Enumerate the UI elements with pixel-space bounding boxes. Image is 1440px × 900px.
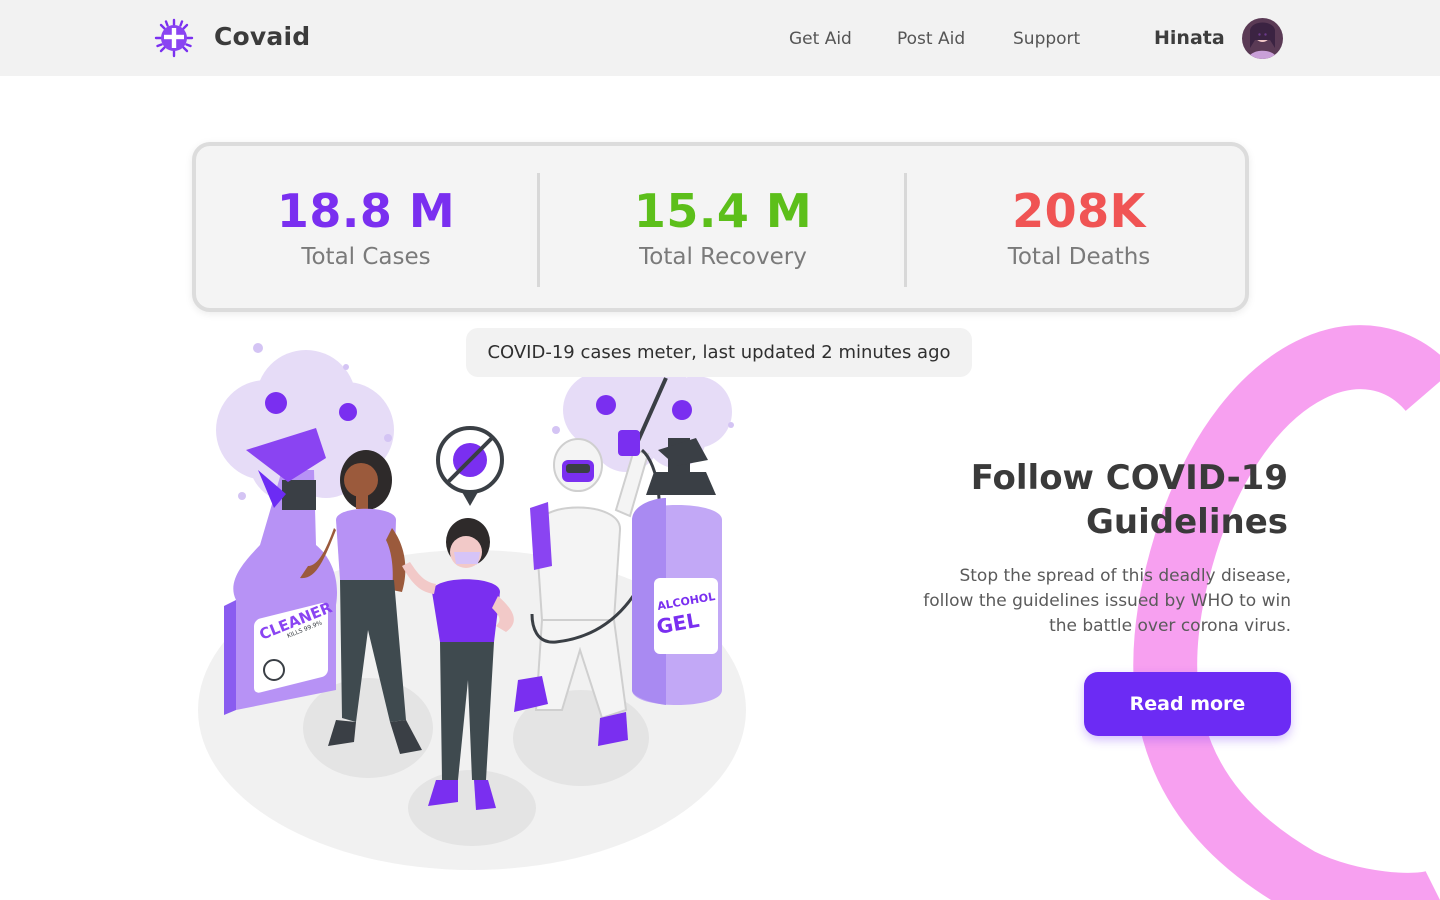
covid-guidelines-illustration: CLEANER KILLS 99.9% ALCOHOL GEL: [198, 343, 746, 870]
username[interactable]: Hinata: [1154, 27, 1225, 49]
total-cases-value: 18.8 M: [276, 184, 456, 238]
total-deaths-label: Total Deaths: [1007, 244, 1151, 270]
brand-name[interactable]: Covaid: [214, 22, 310, 51]
nav-get-aid[interactable]: Get Aid: [789, 29, 852, 49]
stat-total-cases: 18.8 M Total Cases: [196, 146, 536, 308]
total-recovery-value: 15.4 M: [633, 184, 813, 238]
nav-post-aid[interactable]: Post Aid: [897, 29, 965, 49]
hero-description-line: Stop the spread of this deadly disease,: [959, 566, 1291, 586]
avatar[interactable]: [1242, 18, 1283, 59]
user-avatar-icon: [1242, 18, 1283, 59]
stat-total-deaths: 208K Total Deaths: [908, 146, 1250, 308]
total-recovery-label: Total Recovery: [639, 244, 807, 270]
hero-title: Follow COVID-19 Guidelines: [930, 456, 1288, 544]
hero-description: Stop the spread of this deadly disease, …: [870, 564, 1291, 639]
nav-support[interactable]: Support: [1013, 29, 1080, 49]
total-deaths-value: 208K: [1012, 184, 1146, 238]
hero-description-line: the battle over corona virus.: [1049, 616, 1291, 636]
hero-title-line: Guidelines: [1086, 502, 1288, 542]
hero-title-line: Follow COVID-19: [970, 458, 1288, 498]
cases-meter-note: COVID-19 cases meter, last updated 2 min…: [466, 328, 972, 377]
stat-total-recovery: 15.4 M Total Recovery: [540, 146, 906, 308]
navbar: Covaid Get Aid Post Aid Support Hinata: [0, 0, 1440, 76]
virus-cross-icon[interactable]: [154, 18, 194, 58]
stat-divider: [904, 173, 907, 287]
total-cases-label: Total Cases: [301, 244, 431, 270]
hero-description-line: follow the guidelines issued by WHO to w…: [923, 591, 1291, 611]
covid-stats-card: 18.8 M Total Cases 15.4 M Total Recovery…: [192, 142, 1249, 312]
read-more-button[interactable]: Read more: [1084, 672, 1291, 736]
